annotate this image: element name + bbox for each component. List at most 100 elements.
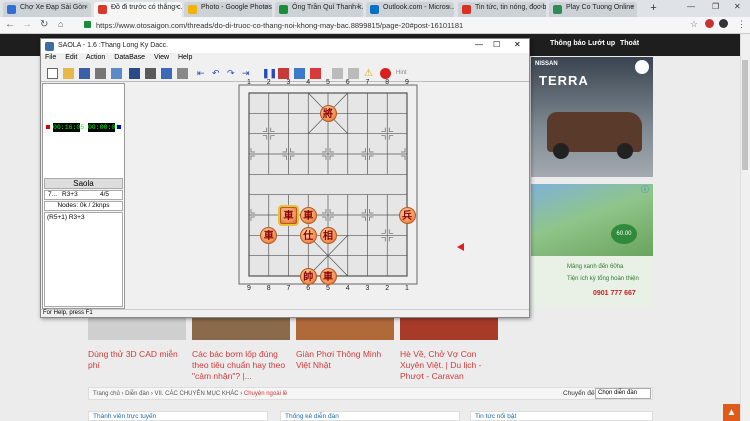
home-icon[interactable]: ⌂ (58, 19, 63, 29)
breadcrumb-forum[interactable]: Diễn đàn (125, 391, 149, 397)
menu-view[interactable]: View (154, 54, 169, 61)
xiangqi-piece[interactable]: 車 (319, 267, 337, 285)
file-label: 5 (326, 285, 330, 292)
redo-icon[interactable]: ↷ (227, 68, 238, 79)
scrollbar-thumb[interactable] (742, 60, 748, 170)
jump-select[interactable]: Chọn diễn đàn (595, 388, 651, 399)
article-card-title-3[interactable]: Giàn Phơi Thông Minh Việt Nhật (296, 349, 394, 371)
xiangqi-piece[interactable]: 相 (319, 226, 337, 244)
article-card-title-2[interactable]: Các bác bơm lốp đúng theo tiêu chuẩn hay… (192, 349, 290, 382)
new-tab-button[interactable]: + (647, 2, 660, 15)
analyze-icon[interactable] (310, 68, 321, 79)
menu-file[interactable]: File (45, 54, 56, 61)
new-icon[interactable] (47, 68, 58, 79)
tab-close-icon[interactable]: × (630, 4, 634, 11)
db-icon[interactable] (111, 68, 122, 79)
browser-tab[interactable]: Tin tức, tin nóng, đọc b... × (458, 2, 546, 17)
saola-minimize-icon[interactable]: — (475, 40, 483, 49)
extension-icon[interactable] (705, 19, 714, 28)
browser-tab[interactable]: Đồ đi trước có thắng c... × (94, 2, 182, 17)
browser-tab[interactable]: Outlook.com - Micros... × (366, 2, 454, 17)
tab-close-icon[interactable]: × (539, 4, 543, 11)
extension-icon-2[interactable] (719, 19, 728, 28)
xiangqi-piece[interactable]: 車 (299, 206, 317, 224)
browser-tab[interactable]: Photo - Google Photos × (184, 2, 272, 17)
settings-icon[interactable] (177, 68, 188, 79)
article-card-image-3[interactable] (296, 316, 394, 340)
person-icon-2[interactable] (348, 68, 359, 79)
xiangqi-piece[interactable]: 車 (280, 206, 297, 224)
person-icon[interactable] (332, 68, 343, 79)
file-label: 6 (345, 79, 350, 86)
tab-close-icon[interactable]: × (175, 4, 179, 11)
auto-play-icon[interactable] (278, 68, 289, 79)
ad-real-estate[interactable]: 60.00 Mảng xanh đến 60ha Tiện ích kỳ tổn… (531, 184, 653, 306)
window-minimize-icon[interactable]: — (687, 2, 695, 11)
engine-info-panel: Saola 7... R3+3 4/5 Nodes: 0k / 2knps (R… (44, 178, 123, 308)
status-bar: For Help, press F1 (41, 309, 529, 318)
nav-notifications[interactable]: Thông báo (550, 40, 586, 47)
last-move-icon[interactable]: ⇥ (242, 68, 253, 79)
ad-nissan-terra[interactable]: NISSAN TERRA (531, 57, 653, 177)
flip-board-icon[interactable] (294, 68, 305, 79)
menu-help[interactable]: Help (178, 54, 192, 61)
hint-button[interactable]: Hint (396, 70, 407, 76)
tab-title: Outlook.com - Micros... (383, 4, 454, 11)
forward-icon[interactable]: → (22, 19, 32, 30)
saola-window: SAOLA - 1.6 :Thang Long Ky Dacc. — ☐ ✕ F… (40, 38, 530, 318)
first-move-icon[interactable]: ⇤ (197, 68, 208, 79)
browser-tab[interactable]: Play Co Tuong Online × (549, 2, 637, 17)
breadcrumb-home[interactable]: Trang chủ (93, 391, 120, 397)
stop-icon[interactable] (380, 68, 391, 79)
article-card-image-4[interactable] (400, 316, 498, 340)
scroll-to-top-button[interactable]: ▲ (723, 404, 740, 421)
breadcrumb-category[interactable]: VII. CÁC CHUYÊN MỤC KHÁC (155, 391, 239, 397)
article-card-image-1[interactable] (88, 316, 186, 340)
file-label: 8 (385, 79, 390, 86)
menu-database[interactable]: DataBase (114, 54, 145, 61)
engine-icon[interactable] (161, 68, 172, 79)
xiangqi-piece[interactable]: 兵 (398, 206, 416, 224)
saola-close-icon[interactable]: ✕ (514, 40, 521, 49)
menu-action[interactable]: Action (86, 54, 105, 61)
adchoices-icon[interactable]: ⓘ (641, 184, 653, 196)
browser-tab[interactable]: Ông Trần Quí Thanh k... × (275, 2, 363, 17)
menu-edit[interactable]: Edit (65, 54, 77, 61)
board-setup-icon[interactable] (129, 68, 140, 79)
bookmark-star-icon[interactable]: ☆ (690, 19, 698, 30)
undo-icon[interactable]: ↶ (212, 68, 223, 79)
save-icon[interactable] (79, 68, 90, 79)
url-text[interactable]: https://www.otosaigon.com/threads/do-di-… (82, 19, 682, 32)
article-card-title-4[interactable]: Hè Về, Chở Vợ Con Xuyên Việt. | Du lịch … (400, 349, 498, 382)
pause-icon[interactable]: ❚❚ (262, 68, 277, 79)
menu-icon[interactable]: ⋮ (737, 19, 746, 30)
print-icon[interactable] (95, 68, 106, 79)
article-card-title-1[interactable]: Dùng thử 3D CAD miễn phí (88, 349, 186, 371)
nav-logout[interactable]: Thoát (620, 40, 639, 47)
tab-close-icon[interactable]: × (447, 4, 451, 11)
article-card-image-2[interactable] (192, 316, 290, 340)
red-side-marker (46, 125, 50, 129)
bike-favicon (7, 5, 16, 14)
reload-icon[interactable]: ↻ (40, 19, 48, 30)
saola-maximize-icon[interactable]: ☐ (493, 40, 500, 49)
tab-close-icon[interactable]: × (356, 4, 360, 11)
tab-close-icon[interactable]: × (84, 4, 88, 11)
nav-feed[interactable]: Lướt up (588, 40, 615, 47)
xiangqi-piece[interactable]: 帥 (299, 267, 317, 285)
browser-tab[interactable]: Chợ Xe Đạp Sài Gòn × (3, 2, 91, 17)
xiangqi-piece[interactable]: 車 (260, 226, 278, 244)
tab-close-icon[interactable]: × (265, 4, 269, 11)
xiangqi-piece[interactable]: 將 (319, 104, 337, 122)
xiangqi-piece[interactable]: 仕 (299, 226, 317, 244)
window-close-icon[interactable]: ✕ (734, 2, 741, 11)
open-folder-icon[interactable] (63, 68, 74, 79)
window-restore-icon[interactable]: ❐ (712, 2, 719, 11)
red-clock: 00:16:05 (53, 123, 85, 132)
breadcrumb-current[interactable]: Chuyện ngoài lề (244, 391, 287, 397)
back-icon[interactable]: ← (5, 19, 15, 30)
warning-icon[interactable]: ⚠ (364, 68, 375, 79)
saola-title: SAOLA - 1.6 :Thang Long Ky Dacc. (58, 42, 169, 49)
principal-variation: (R5+1) R3+3 (44, 212, 123, 307)
search-icon[interactable] (145, 68, 156, 79)
